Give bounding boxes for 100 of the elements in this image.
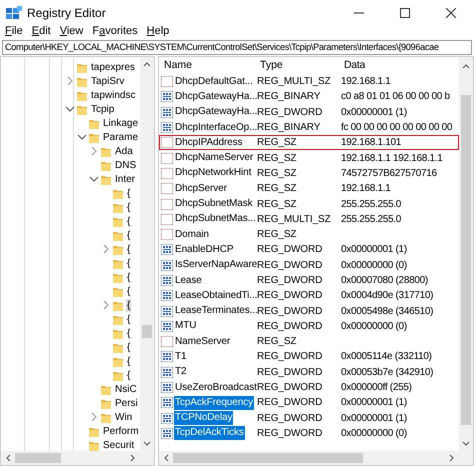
tree-item[interactable]: Win: [114, 410, 134, 424]
tree-item[interactable]: TapiSrv: [90, 74, 126, 88]
value-name[interactable]: TCPNoDelay: [174, 411, 234, 426]
tree-item[interactable]: {: [126, 354, 132, 368]
collapse-chevron-icon[interactable]: [65, 104, 75, 114]
folder-icon: [113, 370, 123, 380]
scrollbar[interactable]: [159, 451, 473, 465]
value-name[interactable]: LeaseObtainedTi...: [174, 288, 258, 303]
tree-item[interactable]: Linkage: [102, 116, 140, 130]
value-name[interactable]: EnableDHCP: [174, 242, 234, 257]
value-name[interactable]: Lease: [174, 274, 203, 288]
value-name[interactable]: DhcpServer: [174, 182, 228, 196]
scroll-thumb[interactable]: [142, 325, 152, 338]
binary-value-icon: [161, 290, 173, 302]
value-name[interactable]: Domain: [174, 228, 210, 242]
folder-icon: [77, 104, 87, 114]
value-name[interactable]: DhcpDefaultGat...: [174, 74, 254, 89]
tree-item[interactable]: {: [126, 326, 132, 340]
tree-item[interactable]: tapexpres: [90, 60, 136, 74]
tree-item[interactable]: NsiC: [114, 382, 138, 396]
scroll-up-icon[interactable]: [462, 63, 470, 70]
tree-item[interactable]: {: [126, 340, 132, 354]
value-name[interactable]: MTU: [174, 319, 198, 334]
value-name[interactable]: DhcpSubnetMask: [174, 197, 254, 212]
scroll-left-icon[interactable]: [163, 454, 170, 462]
folder-icon: [113, 286, 123, 296]
value-name[interactable]: DhcpGatewayHa...: [174, 105, 258, 120]
collapse-chevron-icon[interactable]: [89, 174, 99, 184]
column-header[interactable]: Name: [161, 58, 192, 74]
scroll-right-icon[interactable]: [448, 454, 455, 462]
scroll-left-icon[interactable]: [5, 454, 12, 462]
address-bar[interactable]: Computer\HKEY_LOCAL_MACHINE\SYSTEM\CurrentControlSet\Services\Tcpip\Parameters\Interfaces\{9096acae: [2, 40, 472, 55]
scroll-thumb[interactable]: [173, 453, 363, 463]
tree-item[interactable]: Parame: [102, 130, 140, 144]
binary-value-icon: [161, 306, 173, 317]
menu-item[interactable]: Edit: [32, 25, 51, 38]
value-name[interactable]: DhcpNameServer: [174, 151, 254, 166]
tree-item[interactable]: {: [126, 284, 132, 298]
tree-item[interactable]: {: [126, 270, 132, 284]
scroll-thumb[interactable]: [15, 453, 61, 463]
value-name[interactable]: UseZeroBroadcast: [174, 380, 258, 395]
tree-item[interactable]: tapwindsc: [90, 88, 136, 102]
value-name[interactable]: DhcpInterfaceOp...: [174, 120, 258, 135]
close-icon[interactable]: [446, 8, 456, 18]
app-icon: [6, 6, 22, 20]
column-header[interactable]: Type: [257, 58, 283, 71]
collapse-chevron-icon[interactable]: [77, 132, 87, 142]
tree-item[interactable]: {: [126, 214, 132, 228]
value-name[interactable]: LeaseTerminates...: [174, 304, 259, 318]
expand-chevron-icon[interactable]: [89, 146, 99, 156]
binary-value-icon: [161, 260, 173, 271]
scroll-thumb[interactable]: [461, 95, 471, 425]
tree-item[interactable]: Tcpip: [90, 102, 116, 116]
tree-item[interactable]: {: [126, 312, 132, 326]
tree-item[interactable]: Securit: [102, 438, 136, 452]
tree-item[interactable]: {: [126, 200, 132, 214]
value-name[interactable]: T1: [174, 350, 188, 364]
scrollbar[interactable]: [140, 57, 154, 451]
column-header[interactable]: Data: [341, 58, 365, 71]
tree-item[interactable]: {: [126, 228, 132, 242]
tree-item[interactable]: DNS: [114, 158, 138, 172]
value-type: REG_DWORD: [257, 382, 322, 394]
tree-item[interactable]: Inter: [114, 172, 136, 186]
binary-value-icon: [161, 106, 173, 118]
scroll-down-icon[interactable]: [462, 440, 470, 447]
expand-chevron-icon[interactable]: [101, 244, 111, 254]
scroll-up-icon[interactable]: [143, 61, 151, 68]
value-name[interactable]: T2: [174, 365, 188, 380]
scrollbar[interactable]: [1, 451, 154, 465]
menu-item[interactable]: Favorites: [92, 25, 138, 38]
expand-chevron-icon[interactable]: [89, 412, 99, 422]
tree-item[interactable]: Persi: [114, 396, 139, 410]
scroll-down-icon[interactable]: [143, 440, 151, 447]
tree-item[interactable]: {: [126, 242, 132, 256]
value-name[interactable]: DhcpGatewayHa...: [174, 90, 258, 104]
maximize-icon[interactable]: [400, 8, 410, 18]
value-name[interactable]: DhcpSubnetMas...: [174, 212, 257, 226]
scroll-right-icon[interactable]: [129, 454, 136, 462]
tree-item[interactable]: Ada: [114, 144, 134, 158]
value-name[interactable]: DhcpNetworkHint: [174, 166, 252, 180]
value-data: 0x000000ff (255): [341, 382, 412, 394]
tree-item[interactable]: Perform: [102, 424, 140, 438]
menu-item[interactable]: File: [5, 25, 23, 38]
menu-item[interactable]: View: [60, 25, 84, 38]
scrollbar[interactable]: [459, 57, 473, 451]
tree-item[interactable]: {: [126, 298, 132, 312]
tree-item[interactable]: {: [126, 186, 132, 200]
expand-chevron-icon[interactable]: [101, 300, 111, 310]
binary-value-icon: [161, 397, 173, 408]
value-name[interactable]: IsServerNapAware: [174, 258, 258, 272]
expand-chevron-icon[interactable]: [65, 76, 75, 86]
tree-item[interactable]: {: [126, 256, 132, 270]
value-name[interactable]: TcpAckFrequency: [174, 396, 254, 410]
tree-item[interactable]: {: [126, 368, 132, 382]
binary-value-icon: [161, 428, 173, 439]
menu-item[interactable]: Help: [146, 25, 170, 38]
value-name[interactable]: DhcpIPAddress: [174, 136, 244, 150]
value-name[interactable]: TcpDelAckTicks: [174, 426, 245, 440]
folder-icon: [101, 412, 111, 422]
value-name[interactable]: NameServer: [174, 334, 232, 349]
